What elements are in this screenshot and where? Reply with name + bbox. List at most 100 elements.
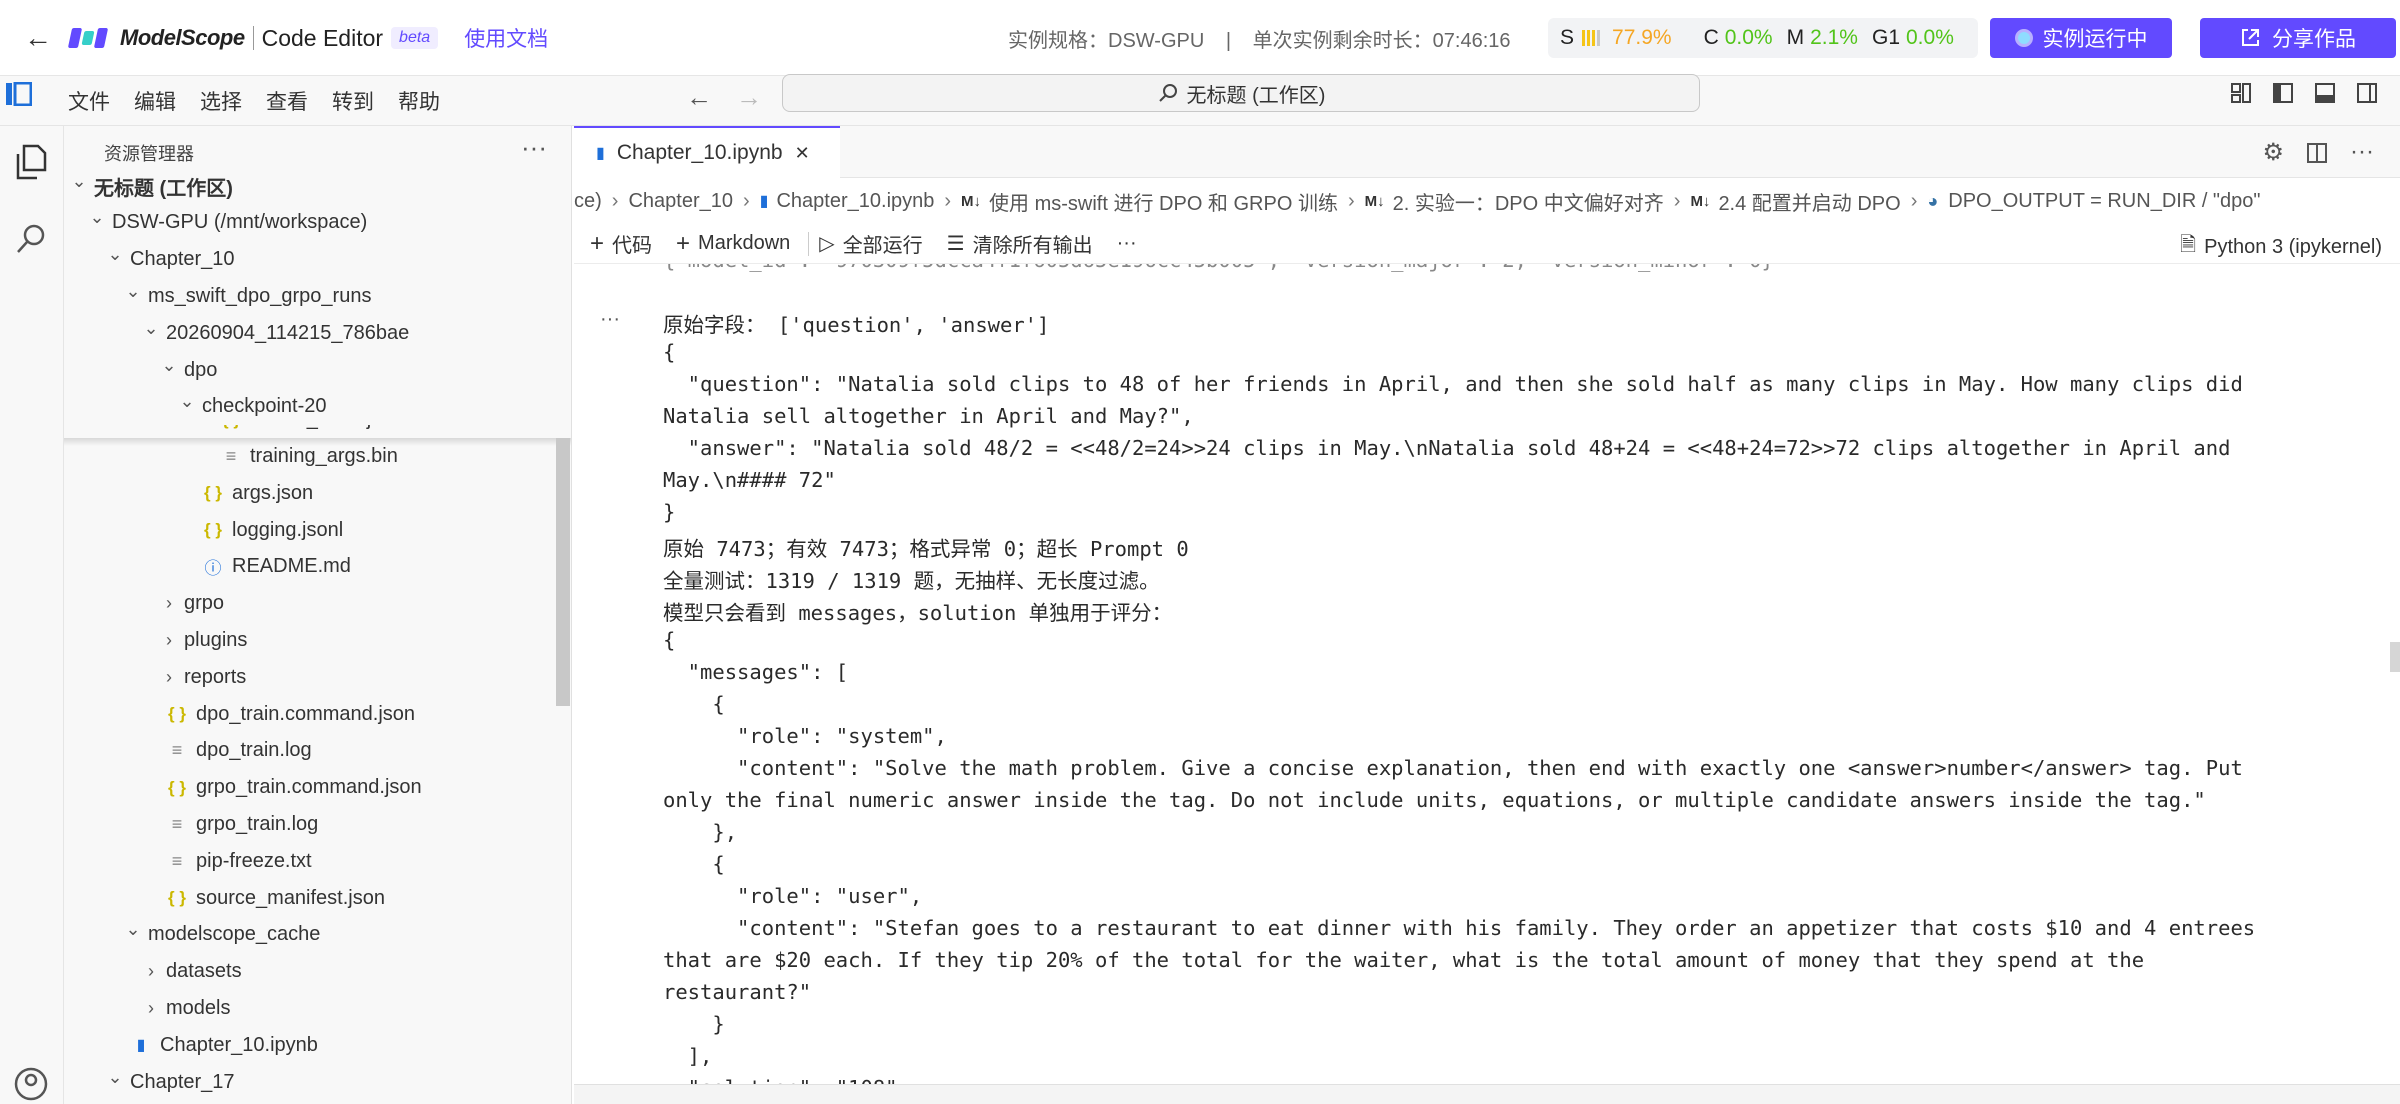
breadcrumb-item-code[interactable]: DPO_OUTPUT = RUN_DIR / "dpo" (1948, 190, 2260, 213)
tree-folder[interactable]: ⌄ Chapter_10 (64, 241, 554, 278)
chevron-down-icon: ⌄ (125, 919, 141, 940)
mem-value: 2.1% (1810, 26, 1858, 49)
split-editor-icon[interactable] (2306, 142, 2328, 164)
back-arrow-icon[interactable]: ← (18, 18, 58, 58)
share-button[interactable]: 分享作品 (2200, 18, 2396, 58)
menu-edit[interactable]: 编辑 (134, 86, 176, 116)
clear-outputs-button[interactable]: ☰ 清除所有输出 (947, 229, 1093, 258)
breadcrumb-lead[interactable]: ce) (574, 190, 602, 213)
chevron-down-icon: ⌄ (71, 170, 87, 191)
docs-link[interactable]: 使用文档 (464, 23, 548, 53)
json-file-icon: { } (168, 888, 186, 907)
instance-running-button[interactable]: 实例运行中 (1990, 18, 2172, 58)
menu-go[interactable]: 转到 (332, 86, 374, 116)
output-line: "solution": "108" (663, 1076, 898, 1084)
output-line: { (663, 692, 725, 716)
tab-close-icon[interactable]: ✕ (795, 143, 810, 164)
running-status-icon (2014, 29, 2033, 47)
tree-item-label: checkpoint-20 (202, 395, 327, 418)
breadcrumb-item-heading-1[interactable]: 使用 ms-swift 进行 DPO 和 GRPO 训练 (989, 187, 1338, 216)
brand[interactable]: ModelScope Code Editor beta 使用文档 (67, 23, 548, 53)
tab-chapter-10[interactable]: ▮ Chapter_10.ipynb ✕ (574, 126, 840, 178)
tree-folder[interactable]: › plugins (64, 622, 554, 658)
tree-folder[interactable]: ⌄ modelscope_cache (64, 917, 554, 953)
account-icon[interactable] (14, 1066, 48, 1102)
customize-layout-icon[interactable] (2230, 82, 2252, 104)
toggle-panel-icon[interactable] (2314, 82, 2336, 104)
cpu-label: C (1703, 26, 1719, 49)
toggle-primary-sidebar-icon[interactable] (2272, 82, 2294, 104)
tree-folder[interactable]: ⌄ Chapter_17 (64, 1064, 554, 1100)
breadcrumb-item-heading-3[interactable]: 2.4 配置并启动 DPO (1718, 187, 1900, 216)
text-file-icon: ≡ (171, 813, 183, 834)
top-header: ← ModelScope Code Editor beta 使用文档 实例规格：… (0, 0, 2400, 76)
tree-folder[interactable]: ⌄ dpo (64, 352, 554, 388)
tree-item-label: dpo_train.log (196, 739, 312, 762)
storage-label: S (1560, 26, 1575, 49)
tree-folder[interactable]: ⌄ 无标题 (工作区) (64, 168, 554, 204)
tree-file[interactable]: ≡ dpo_train.log (64, 733, 554, 769)
share-label: 分享作品 (2272, 28, 2356, 51)
tree-file[interactable]: { } grpo_train.command.json (64, 770, 554, 806)
tree-file[interactable]: { } logging.jsonl (64, 512, 554, 548)
menu-selection[interactable]: 选择 (200, 86, 242, 116)
command-center[interactable]: 无标题 (工作区) (782, 74, 1700, 112)
search-sidebar-icon[interactable] (14, 222, 48, 256)
tree-item-label: README.md (232, 555, 351, 578)
explorer-more-icon[interactable]: ··· (521, 132, 547, 163)
kernel-picker[interactable]: 🗎 Python 3 (ipykernel) (2180, 230, 2382, 264)
explorer-files-icon[interactable] (14, 144, 48, 180)
tree-item-label: grpo_train.log (196, 812, 319, 835)
output-line: "role": "user", (663, 884, 923, 908)
tree-folder[interactable]: ⌄ ms_swift_dpo_grpo_runs (64, 278, 554, 315)
settings-gear-icon[interactable]: ⚙ (2263, 138, 2285, 167)
chevron-down-icon: ⌄ (179, 391, 195, 412)
output-line: ], (663, 1044, 713, 1068)
nav-back-icon[interactable]: ← (686, 82, 712, 113)
tree-folder[interactable]: › grpo (64, 586, 554, 622)
tree-folder[interactable]: ⌄ DSW-GPU (/mnt/workspace) (64, 204, 554, 241)
breadcrumb-item-heading-2[interactable]: 2. 实验一：DPO 中文偏好对齐 (1393, 187, 1664, 216)
toolbar-more-icon[interactable]: ··· (1117, 232, 1137, 255)
tree-item-label: grpo_train.command.json (196, 776, 422, 799)
editor-scrollbar[interactable] (2390, 642, 2400, 672)
menu-help[interactable]: 帮助 (398, 86, 440, 116)
plus-icon: + (590, 229, 605, 257)
resource-monitor[interactable]: S 77.9% C 0.0% M 2.1% G1 0.0% (1548, 18, 1978, 58)
tree-folder[interactable]: ⌄ 20260904_114215_786bae (64, 315, 554, 352)
tree-file[interactable]: { } source_manifest.json (64, 880, 554, 916)
tree-file[interactable]: { } dpo_train.command.json (64, 696, 554, 732)
menu-file[interactable]: 文件 (68, 86, 110, 116)
tree-folder[interactable]: ⌄ checkpoint-20 (64, 388, 554, 425)
nav-forward-icon[interactable]: → (736, 82, 762, 113)
kernel-label: Python 3 (ipykernel) (2204, 235, 2382, 258)
tree-file[interactable]: ⓘ README.md (64, 549, 554, 585)
breadcrumb-item-folder[interactable]: Chapter_10 (628, 190, 733, 213)
tree-item-label: 20260904_114215_786bae (166, 321, 410, 344)
menu-view[interactable]: 查看 (266, 86, 308, 116)
add-code-cell-button[interactable]: + 代码 (590, 229, 652, 258)
output-actions-icon[interactable]: ··· (600, 308, 620, 331)
tree-file[interactable]: ≡ pip-freeze.txt (64, 843, 554, 879)
add-markdown-label: Markdown (698, 232, 791, 254)
run-all-button[interactable]: ▷ 全部运行 (819, 229, 922, 258)
tree-file[interactable]: { } args.json (64, 475, 554, 511)
status-bar (574, 1084, 2400, 1104)
add-markdown-cell-button[interactable]: + Markdown (676, 230, 790, 258)
tree-file[interactable]: ≡ grpo_train.log (64, 806, 554, 842)
tab-label: Chapter_10.ipynb (616, 141, 783, 164)
tree-folder[interactable]: › reports (64, 659, 554, 695)
breadcrumb-item-notebook[interactable]: Chapter_10.ipynb (776, 190, 934, 213)
chevron-down-icon: ⌄ (125, 280, 141, 301)
search-icon (1158, 84, 1177, 102)
more-actions-icon[interactable]: ··· (2350, 138, 2374, 167)
output-line: {'model_id': '970309f5dcca4f1f605d65e196… (663, 264, 1774, 272)
tree-file[interactable]: ▮ Chapter_10.ipynb (64, 1027, 554, 1063)
output-line: that are $20 each. If they tip 20% of th… (663, 948, 2145, 972)
tree-folder[interactable]: › models (64, 990, 554, 1026)
output-line: Natalia sell altogether in April and May… (663, 404, 1194, 428)
sidebar-scrollbar[interactable] (556, 438, 570, 706)
plus-icon: + (676, 229, 691, 257)
toggle-secondary-sidebar-icon[interactable] (2356, 82, 2378, 104)
tree-folder[interactable]: › datasets (64, 954, 554, 990)
